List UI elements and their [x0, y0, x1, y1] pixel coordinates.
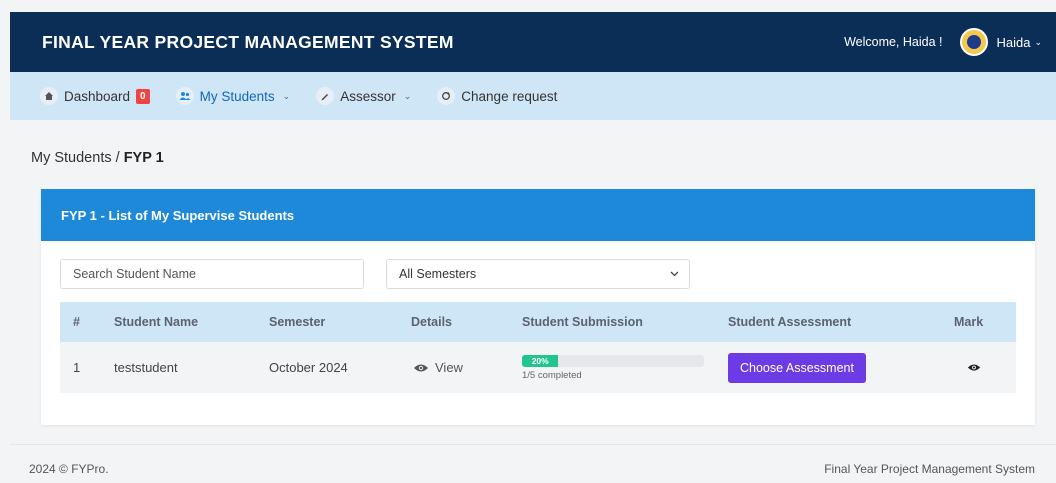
semester-select[interactable]: All Semesters [386, 259, 690, 289]
logo-icon [965, 33, 984, 51]
nav-item-my-students[interactable]: My Students ⌄ [175, 87, 291, 105]
chevron-down-icon: ⌄ [1034, 36, 1042, 47]
breadcrumb-separator: / [111, 150, 124, 166]
students-table: # Student Name Semester Details Student … [60, 302, 1016, 393]
card-title: FYP 1 - List of My Supervise Students [41, 189, 1035, 241]
nav-item-change-request[interactable]: Change request [437, 87, 557, 105]
student-name: teststudent [114, 360, 178, 375]
pencil-icon [316, 87, 335, 105]
nav-label-my-students: My Students [199, 88, 275, 104]
breadcrumb-current: FYP 1 [123, 150, 164, 166]
choose-assessment-button[interactable]: Choose Assessment [728, 352, 866, 383]
progress-text: 1/5 completed [522, 369, 582, 381]
footer-app-name: Final Year Project Management System [824, 462, 1035, 476]
table-header-row: # Student Name Semester Details Student … [60, 302, 1016, 342]
col-header-submission: Student Submission [522, 315, 643, 329]
user-name: Haida [996, 34, 1031, 50]
col-header-details: Details [411, 315, 452, 329]
user-menu[interactable]: Haida ⌄ [996, 35, 1042, 50]
users-icon [175, 87, 194, 105]
footer-copyright: 2024 © FYPro. [29, 462, 109, 476]
col-header-assessment: Student Assessment [728, 315, 852, 329]
chevron-down-icon: ⌄ [282, 90, 291, 101]
nav-label-dashboard: Dashboard [64, 88, 131, 104]
progress-bar: 20% [522, 354, 704, 367]
students-card: FYP 1 - List of My Supervise Students Al… [41, 189, 1035, 425]
progress-fill: 20% [522, 354, 559, 367]
refresh-icon [437, 87, 456, 105]
table-row: 1 teststudent October 2024 View 20% 1/5 … [60, 342, 1016, 393]
col-header-semester: Semester [269, 315, 326, 329]
col-header-student-name: Student Name [114, 315, 199, 329]
nav-item-assessor[interactable]: Assessor ⌄ [316, 87, 411, 105]
search-input[interactable] [60, 259, 364, 289]
nav-label-change-request: Change request [461, 88, 558, 104]
eye-icon [967, 364, 981, 371]
main-nav: Dashboard 0 My Students ⌄ Assessor ⌄ Cha… [10, 72, 1056, 120]
submission-progress: 20% 1/5 completed [522, 354, 704, 381]
chevron-down-icon [670, 269, 679, 279]
home-icon [40, 87, 58, 105]
view-mark-button[interactable] [962, 363, 986, 372]
chevron-down-icon: ⌄ [403, 90, 412, 101]
row-number: 1 [73, 360, 81, 375]
col-header-mark: Mark [954, 315, 984, 329]
view-details-button[interactable]: View [413, 360, 522, 375]
breadcrumb: My Students / FYP 1 [31, 150, 164, 166]
breadcrumb-parent[interactable]: My Students [31, 150, 112, 166]
nav-label-assessor: Assessor [340, 88, 396, 104]
semester-select-value: All Semesters [399, 267, 477, 281]
footer-divider [10, 444, 1056, 445]
view-details-label: View [435, 360, 463, 375]
top-header: FINAL YEAR PROJECT MANAGEMENT SYSTEM Wel… [10, 12, 1056, 72]
eye-icon [414, 364, 428, 371]
avatar[interactable] [960, 28, 989, 56]
col-header-num: # [73, 315, 80, 329]
app-title: FINAL YEAR PROJECT MANAGEMENT SYSTEM [42, 31, 454, 52]
notification-badge: 0 [136, 88, 150, 104]
welcome-text: Welcome, Haida ! [844, 35, 943, 49]
student-semester: October 2024 [269, 360, 348, 375]
nav-item-dashboard[interactable]: Dashboard 0 [40, 87, 150, 105]
